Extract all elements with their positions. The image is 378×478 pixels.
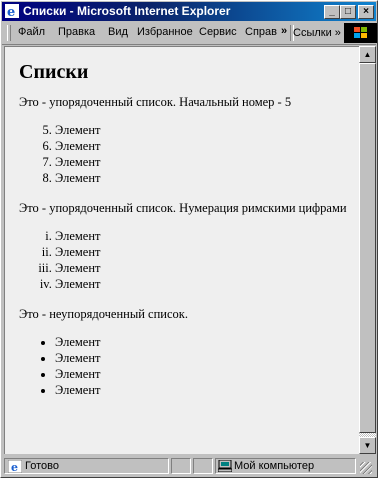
menu-overflow-chevron[interactable]: » — [281, 25, 287, 37]
zone-text: Мой компьютер — [234, 460, 315, 472]
list-item: Элемент — [55, 382, 349, 398]
page-viewport[interactable]: Списки Это - упорядоченный список. Начал… — [4, 46, 360, 454]
maximize-button[interactable]: □ — [340, 5, 356, 19]
intro-unordered: Это - неупорядоченный список. — [19, 307, 188, 321]
menu-view[interactable]: Вид — [108, 26, 128, 38]
scroll-up-button[interactable]: ▲ — [359, 46, 376, 63]
page-done-icon: e — [8, 460, 22, 473]
menu-tools[interactable]: Сервис — [199, 26, 237, 38]
menu-bar: Файл Правка Вид Избранное Сервис Справ »… — [2, 22, 376, 45]
list-item: Элемент — [55, 260, 349, 276]
list-item: Элемент — [55, 350, 349, 366]
status-panel-empty — [193, 458, 213, 474]
menu-file[interactable]: Файл — [18, 26, 45, 38]
scroll-thumb[interactable] — [359, 63, 376, 433]
menu-edit[interactable]: Правка — [58, 26, 95, 38]
menu-favorites[interactable]: Избранное — [137, 26, 193, 38]
svg-text:e: e — [7, 5, 15, 18]
intro-ordered-start: Это - упорядоченный список. Начальный но… — [19, 95, 292, 109]
status-text: Готово — [25, 460, 59, 472]
ie-icon: e — [5, 4, 19, 18]
list-item: Элемент — [55, 244, 349, 260]
unordered-list: Элемент Элемент Элемент Элемент — [19, 334, 349, 398]
browser-window: e Списки - Microsoft Internet Explorer _… — [0, 0, 378, 478]
list-item: Элемент — [55, 154, 349, 170]
status-bar: e Готово Мой компьютер — [2, 456, 376, 476]
minimize-button[interactable]: _ — [324, 5, 340, 19]
list-item: Элемент — [55, 170, 349, 186]
title-bar[interactable]: e Списки - Microsoft Internet Explorer _… — [2, 2, 376, 21]
resize-grip[interactable] — [360, 462, 372, 474]
status-panel-empty — [171, 458, 191, 474]
window-title: Списки - Microsoft Internet Explorer — [23, 4, 231, 18]
windows-logo-icon — [344, 23, 377, 43]
list-item: Элемент — [55, 366, 349, 382]
intro-ordered-roman: Это - упорядоченный список. Нумерация ри… — [19, 201, 347, 215]
list-item: Элемент — [55, 276, 349, 292]
list-item: Элемент — [55, 122, 349, 138]
svg-text:e: e — [11, 461, 18, 473]
close-button[interactable]: × — [358, 5, 374, 19]
toolbar-grip[interactable] — [7, 25, 11, 41]
vertical-scrollbar[interactable]: ▲ ▼ — [359, 46, 376, 454]
menu-help[interactable]: Справ — [245, 26, 277, 38]
page-content: Списки Это - упорядоченный список. Начал… — [19, 61, 349, 412]
list-item: Элемент — [55, 138, 349, 154]
list-item: Элемент — [55, 228, 349, 244]
scroll-down-button[interactable]: ▼ — [359, 437, 376, 454]
ordered-list-start5: Элемент Элемент Элемент Элемент — [19, 122, 349, 186]
links-toolbar[interactable]: Ссылки » — [293, 25, 343, 41]
zone-panel: Мой компьютер — [215, 458, 356, 474]
page-heading: Списки — [19, 61, 89, 83]
ordered-list-roman: Элемент Элемент Элемент Элемент — [19, 228, 349, 292]
status-panel: e Готово — [4, 458, 169, 474]
computer-icon — [218, 460, 232, 472]
list-item: Элемент — [55, 334, 349, 350]
